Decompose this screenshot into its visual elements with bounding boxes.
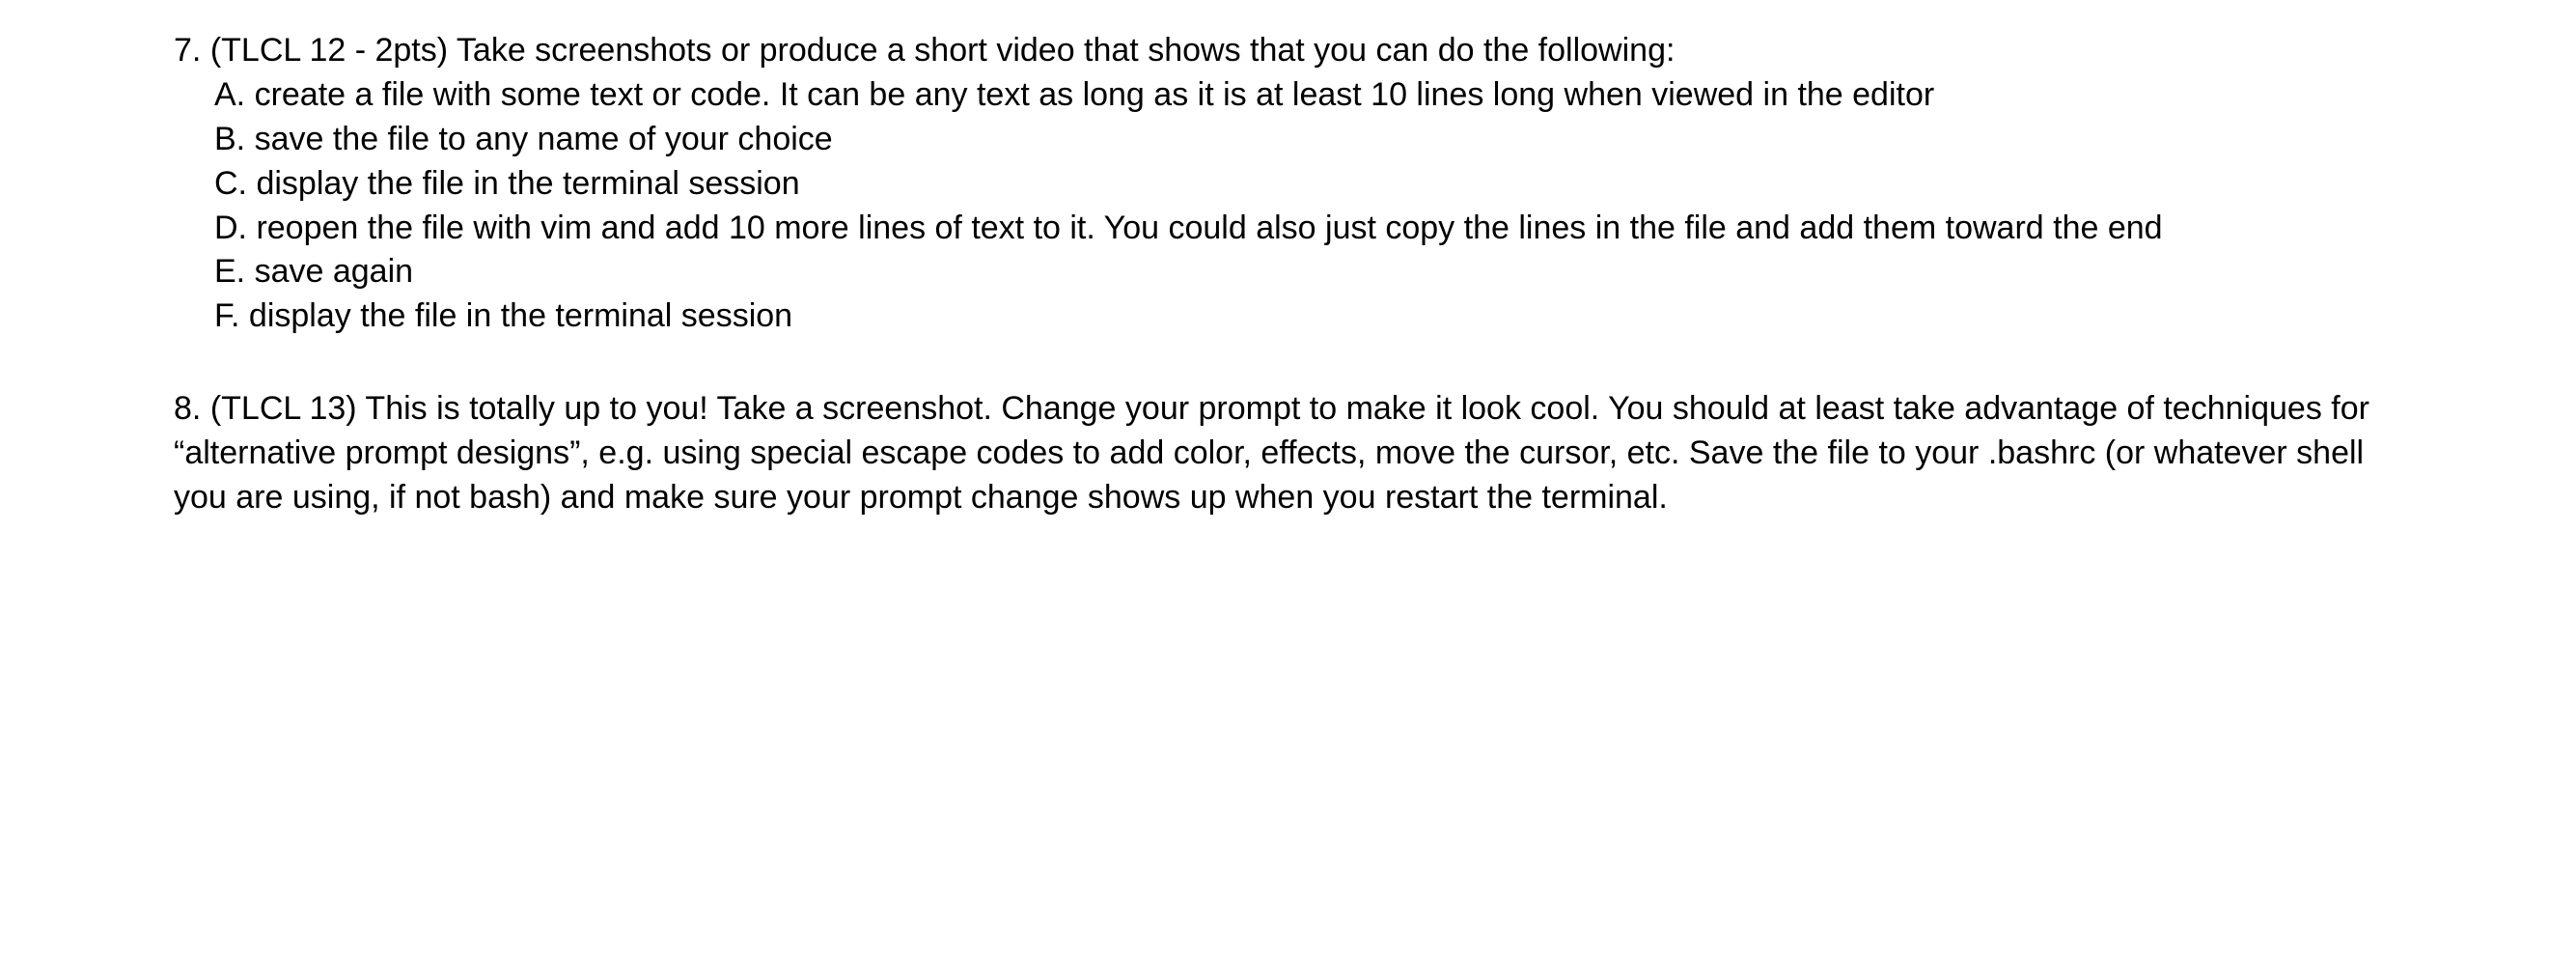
subitem-text: reopen the file with vim and add 10 more… <box>256 210 2162 246</box>
question-number: 8. <box>174 390 201 427</box>
question-8-intro: 8. (TLCL 13) This is totally up to you! … <box>174 387 2402 520</box>
subitem-text: display the file in the terminal session <box>249 297 792 334</box>
subitem-text: save the file to any name of your choice <box>255 121 833 157</box>
subitem-label: F. <box>214 297 239 334</box>
question-7-subitems: A. create a file with some text or code.… <box>174 73 2402 339</box>
subitem-label: A. <box>214 76 245 113</box>
question-7-intro: 7. (TLCL 12 - 2pts) Take screenshots or … <box>174 29 2402 73</box>
subitem-c: C. display the file in the terminal sess… <box>214 162 2402 207</box>
subitem-label: D. <box>214 210 247 246</box>
question-intro-text: (TLCL 12 - 2pts) Take screenshots or pro… <box>210 32 1676 69</box>
question-7: 7. (TLCL 12 - 2pts) Take screenshots or … <box>174 29 2402 339</box>
subitem-label: C. <box>214 165 247 202</box>
subitem-text: save again <box>255 253 413 290</box>
subitem-b: B. save the file to any name of your cho… <box>214 118 2402 162</box>
question-intro-text: (TLCL 13) This is totally up to you! Tak… <box>174 390 2369 516</box>
question-8: 8. (TLCL 13) This is totally up to you! … <box>174 387 2402 520</box>
subitem-d: D. reopen the file with vim and add 10 m… <box>214 207 2402 251</box>
subitem-a: A. create a file with some text or code.… <box>214 73 2402 118</box>
question-number: 7. <box>174 32 201 69</box>
subitem-label: E. <box>214 253 245 290</box>
subitem-label: B. <box>214 121 245 157</box>
subitem-text: create a file with some text or code. It… <box>255 76 1935 113</box>
subitem-text: display the file in the terminal session <box>256 165 799 202</box>
subitem-f: F. display the file in the terminal sess… <box>214 294 2402 339</box>
subitem-e: E. save again <box>214 250 2402 294</box>
